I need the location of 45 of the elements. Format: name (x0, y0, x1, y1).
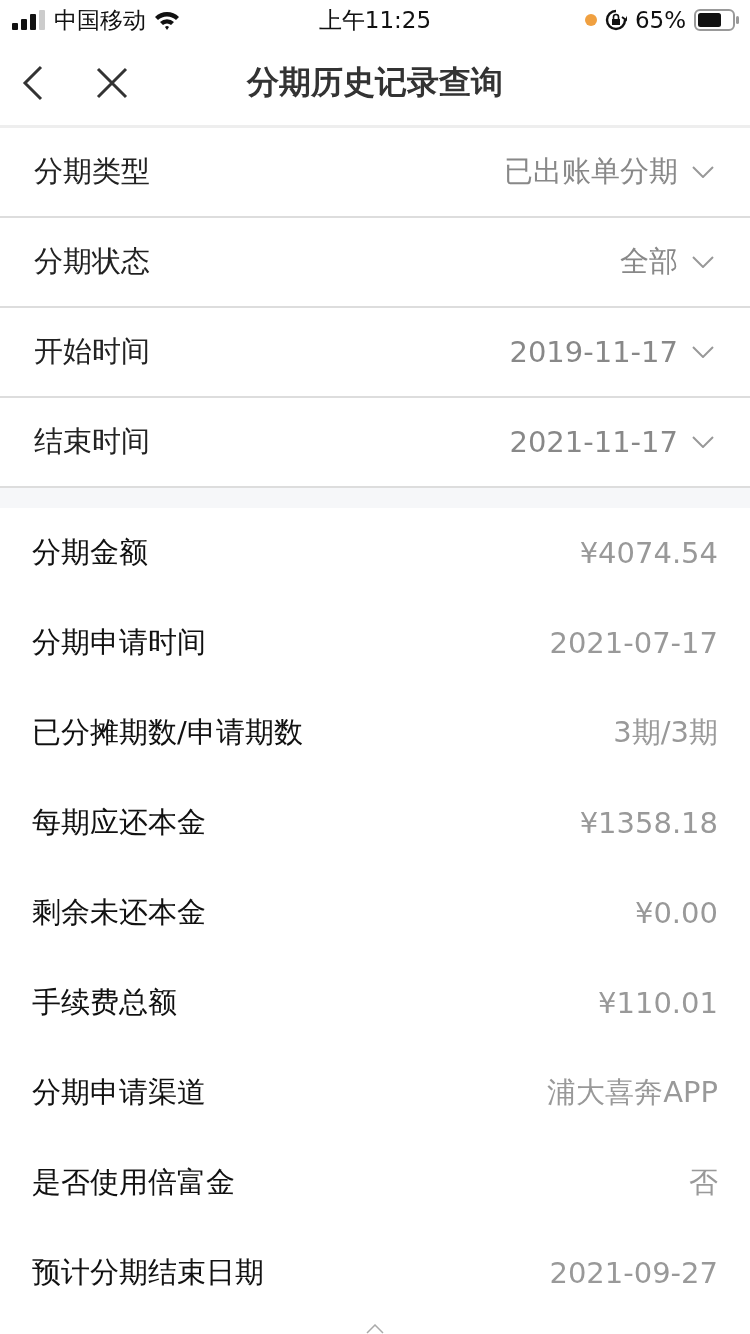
caret-up-icon (366, 1324, 384, 1334)
detail-value: ¥0.00 (634, 896, 718, 930)
carrier-name: 中国移动 (54, 5, 146, 35)
filter-row[interactable]: 开始时间 2019-11-17 (0, 308, 750, 398)
rotation-lock-icon (604, 9, 627, 31)
detail-value: 浦大喜奔APP (547, 1074, 718, 1111)
status-time: 上午11:25 (318, 5, 432, 35)
page-title: 分期历史记录查询 (247, 61, 503, 103)
detail-value: 3期/3期 (613, 714, 718, 751)
detail-label: 剩余未还本金 (32, 894, 206, 931)
detail-label: 已分摊期数/申请期数 (32, 714, 303, 751)
detail-value: 2021-09-27 (549, 1256, 718, 1290)
detail-label: 是否使用倍富金 (32, 1164, 235, 1201)
filter-value: 2021-11-17 (509, 425, 678, 459)
chevron-down-icon (692, 346, 714, 358)
detail-label: 分期金额 (32, 534, 148, 571)
detail-label: 分期申请渠道 (32, 1074, 206, 1111)
filter-label: 分期类型 (34, 153, 151, 190)
filter-label: 开始时间 (34, 333, 151, 370)
filter-value: 2019-11-17 (509, 335, 678, 369)
filter-label: 分期状态 (34, 243, 151, 280)
chevron-down-icon (692, 256, 714, 268)
detail-value: ¥110.01 (598, 986, 718, 1020)
close-button[interactable] (96, 66, 128, 99)
detail-value: ¥4074.54 (579, 536, 718, 570)
signal-icon (12, 10, 46, 30)
wifi-icon (154, 10, 180, 30)
detail-label: 手续费总额 (32, 984, 177, 1021)
filter-row[interactable]: 分期状态 全部 (0, 218, 750, 308)
detail-label: 每期应还本金 (32, 804, 206, 841)
detail-value: 2021-07-17 (549, 626, 718, 660)
filter-value: 已出账单分期 (504, 153, 678, 190)
battery-percent: 65% (634, 7, 686, 33)
filter-value: 全部 (620, 243, 678, 280)
chevron-down-icon (692, 436, 714, 448)
detail-label: 预计分期结束日期 (32, 1254, 264, 1291)
back-button[interactable] (22, 64, 44, 101)
battery-icon (694, 9, 740, 31)
filter-label: 结束时间 (34, 423, 151, 460)
dot-icon (584, 14, 597, 26)
detail-value: ¥1358.18 (579, 806, 718, 840)
detail-value: 否 (689, 1164, 718, 1201)
detail-label: 分期申请时间 (32, 624, 206, 661)
filter-row[interactable]: 分期类型 已出账单分期 (0, 128, 750, 218)
chevron-down-icon (692, 166, 714, 178)
